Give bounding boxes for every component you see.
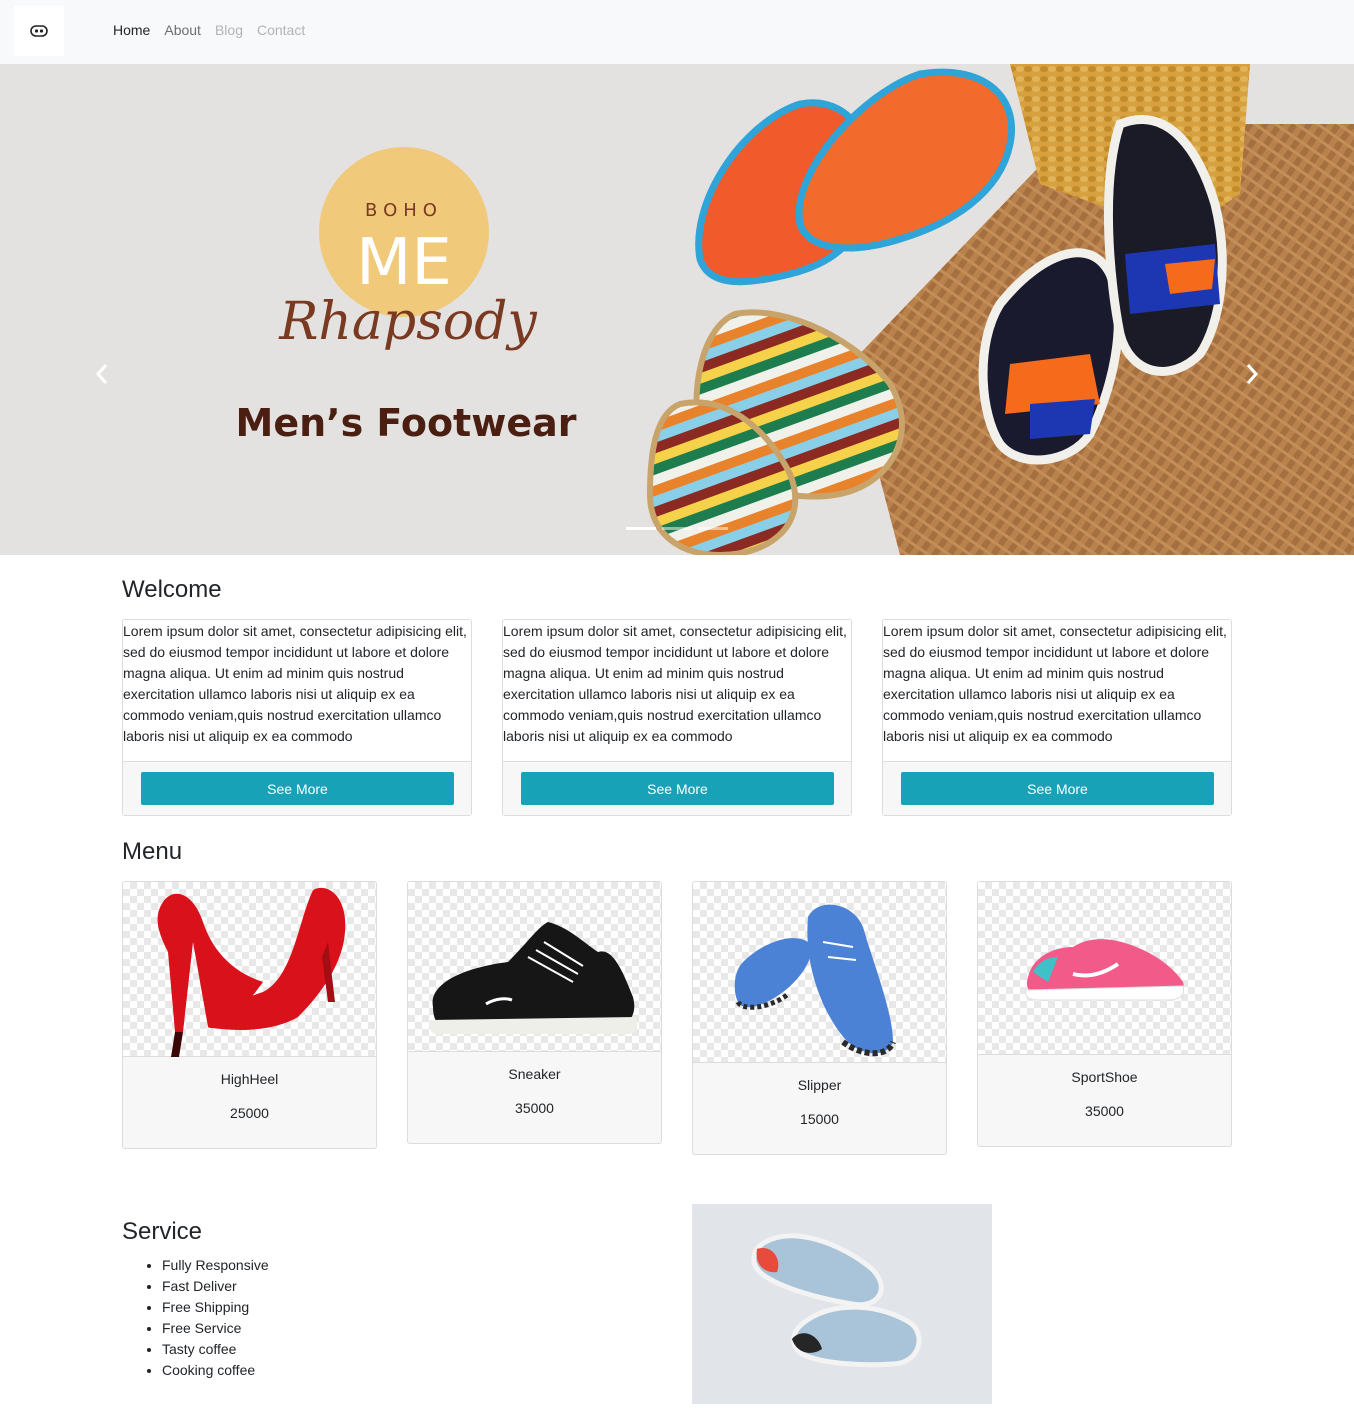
nav-link-about[interactable]: About xyxy=(164,22,201,38)
menu-item-name: Sneaker xyxy=(508,1066,561,1082)
nav-link-contact[interactable]: Contact xyxy=(257,22,305,38)
service-list-item: Tasty coffee xyxy=(162,1339,269,1360)
welcome-card-text: Lorem ipsum dolor sit amet, consectetur … xyxy=(123,623,467,744)
welcome-card-text: Lorem ipsum dolor sit amet, consectetur … xyxy=(503,623,847,744)
menu-item-price: 25000 xyxy=(230,1105,269,1121)
welcome-card-text: Lorem ipsum dolor sit amet, consectetur … xyxy=(883,623,1227,744)
welcome-card: Lorem ipsum dolor sit amet, consectetur … xyxy=(882,619,1232,816)
service-list-item: Cooking coffee xyxy=(162,1360,269,1381)
menu-heading: Menu xyxy=(122,838,183,865)
menu-card-sneaker[interactable]: Sneaker 35000 xyxy=(407,881,662,1144)
hero-tagline: Men’s Footwear xyxy=(236,401,577,445)
brand-logo[interactable] xyxy=(14,6,64,56)
menu-item-name: Slipper xyxy=(797,1077,842,1093)
service-list-item: Free Service xyxy=(162,1318,269,1339)
menu-item-name: SportShoe xyxy=(1071,1069,1138,1085)
menu-item-price: 35000 xyxy=(1085,1103,1124,1119)
chevron-right-icon xyxy=(1246,364,1259,384)
hero-carousel: BOHO ME Rhapsody Men’s Footwear xyxy=(0,64,1354,555)
logo-me-text: ME xyxy=(356,226,452,300)
menu-card-highheel[interactable]: HighHeel 25000 xyxy=(122,881,377,1149)
see-more-button[interactable]: See More xyxy=(521,772,834,805)
service-list-item: Free Shipping xyxy=(162,1297,269,1318)
brand-logo-icon xyxy=(30,25,48,37)
chevron-left-icon xyxy=(95,364,108,384)
logo-boho-text: BOHO xyxy=(365,200,443,221)
navbar: Home About Blog Contact xyxy=(0,0,1354,64)
welcome-card: Lorem ipsum dolor sit amet, consectetur … xyxy=(122,619,472,816)
service-heading: Service xyxy=(122,1218,203,1245)
menu-card-image xyxy=(978,882,1231,1055)
see-more-button[interactable]: See More xyxy=(141,772,454,805)
service-list-item: Fast Deliver xyxy=(162,1276,269,1297)
menu-card-sportshoe[interactable]: SportShoe 35000 xyxy=(977,881,1232,1147)
welcome-card: Lorem ipsum dolor sit amet, consectetur … xyxy=(502,619,852,816)
welcome-heading: Welcome xyxy=(122,576,222,603)
high-heel-icon xyxy=(157,887,346,1057)
carousel-prev-button[interactable] xyxy=(87,354,117,394)
hero-slide-image: BOHO ME Rhapsody Men’s Footwear xyxy=(0,64,1354,555)
running-shoes-photo xyxy=(692,1204,992,1404)
menu-card-image xyxy=(693,882,946,1063)
service-list-item: Fully Responsive xyxy=(162,1255,269,1276)
menu-card-slipper[interactable]: Slipper 15000 xyxy=(692,881,947,1155)
menu-card-image xyxy=(123,882,376,1057)
menu-item-price: 15000 xyxy=(800,1111,839,1127)
service-photo xyxy=(692,1204,992,1404)
menu-item-name: HighHeel xyxy=(220,1071,279,1087)
service-list: Fully Responsive Fast Deliver Free Shipp… xyxy=(162,1255,269,1381)
carousel-indicator[interactable] xyxy=(626,527,656,530)
welcome-card-footer: See More xyxy=(883,761,1231,815)
welcome-card-footer: See More xyxy=(123,761,471,815)
carousel-next-button[interactable] xyxy=(1237,354,1267,394)
slipper-icon xyxy=(734,904,896,1057)
nav-link-home[interactable]: Home xyxy=(113,22,150,38)
nav-links: Home About Blog Contact xyxy=(113,22,319,38)
sport-shoe-icon xyxy=(1025,939,1185,1001)
carousel-indicator[interactable] xyxy=(698,527,728,530)
logo-script-text: Rhapsody xyxy=(278,292,537,352)
see-more-button[interactable]: See More xyxy=(901,772,1214,805)
sneaker-icon xyxy=(429,922,638,1034)
menu-item-price: 35000 xyxy=(515,1100,554,1116)
welcome-card-footer: See More xyxy=(503,761,851,815)
carousel-indicator[interactable] xyxy=(662,527,692,530)
menu-card-image xyxy=(408,882,661,1052)
nav-link-blog[interactable]: Blog xyxy=(215,22,243,38)
carousel-indicators xyxy=(626,527,734,530)
